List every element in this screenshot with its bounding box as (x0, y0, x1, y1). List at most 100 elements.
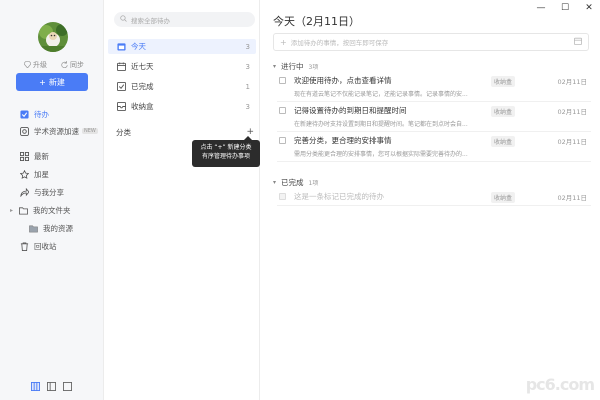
search-icon (120, 15, 127, 24)
folder-icon (28, 223, 38, 233)
sync-icon (61, 60, 68, 70)
sync-label: 同步 (70, 61, 84, 69)
filter-today[interactable]: 今天 3 (108, 39, 256, 54)
caret-down-icon: ▾ (273, 179, 277, 186)
task-date: 02月11日 (557, 108, 587, 116)
sidebar-item-my-resources[interactable]: 我的资源 (0, 221, 103, 235)
plus-icon: + (280, 37, 287, 47)
group-completed[interactable]: ▾ 已完成 1项 (273, 177, 318, 188)
view-switcher (31, 382, 72, 391)
task-tag: 收纳盒 (491, 136, 516, 147)
minimize-icon[interactable]: — (536, 3, 546, 13)
category-header: 分类 + (116, 127, 254, 138)
avatar[interactable] (38, 22, 68, 52)
page-title: 今天（2月11日） (273, 15, 360, 28)
sidebar-item-academic[interactable]: 学术资源加速 NEW (0, 124, 103, 138)
filter-label: 近七天 (131, 62, 154, 71)
sync-button[interactable]: 同步 (61, 60, 84, 70)
close-icon[interactable]: ✕ (584, 3, 594, 13)
two-column-view-icon[interactable] (47, 382, 56, 391)
sidebar-item-my-folders[interactable]: ▸ 我的文件夹 (0, 203, 103, 217)
task-date: 02月11日 (557, 138, 587, 146)
group-label: 已完成 (281, 178, 304, 187)
group-in-progress[interactable]: ▾ 进行中 3项 (273, 61, 318, 72)
sidebar-item-label: 我的资源 (43, 223, 73, 233)
sidebar-item-label: 学术资源加速 (34, 126, 79, 136)
three-column-view-icon[interactable] (31, 382, 40, 391)
task-item[interactable]: 完善分类，更合理的安排事情 需用分类能更合理的安排事情，您可以根据实际需要完善待… (277, 132, 591, 162)
main-panel: — ☐ ✕ 今天（2月11日） + 添加待办的事情，按回车即可保存 ▾ 进行中 … (261, 0, 600, 400)
calendar-icon[interactable] (574, 37, 582, 47)
filter-count: 3 (245, 102, 250, 111)
calendar-week-icon (116, 62, 126, 72)
star-icon (19, 169, 29, 179)
task-tag: 收纳盒 (491, 76, 516, 87)
task-title: 记得设置待办的到期日和提醒时间 (294, 106, 407, 115)
diamond-icon (23, 60, 32, 70)
new-button[interactable]: + 新建 (16, 73, 88, 91)
single-view-icon[interactable] (63, 382, 72, 391)
sidebar-item-label: 最新 (34, 151, 49, 161)
group-label: 进行中 (281, 62, 304, 71)
watermark: pc6.com (525, 375, 595, 394)
completed-task-item[interactable]: 这是一条标记已完成的待办 收纳盒 02月11日 (277, 188, 591, 206)
add-category-tooltip: 点击 “+” 新建分类 有序管理待办事项 (192, 136, 260, 167)
share-icon (19, 187, 29, 197)
upgrade-label: 升级 (33, 61, 47, 69)
folder-icon (18, 205, 28, 215)
filter-inbox[interactable]: 收纳盒 3 (108, 99, 256, 114)
sidebar: 升级 同步 + 新建 待办 学术资源加速 NEW 最新 加星 与我分享 ▸ 我的… (0, 0, 104, 400)
category-label: 分类 (116, 128, 131, 137)
caret-down-icon: ▾ (273, 63, 277, 70)
sidebar-item-latest[interactable]: 最新 (0, 149, 103, 163)
tooltip-line-1: 点击 “+” 新建分类 (200, 144, 252, 151)
filter-next-seven-days[interactable]: 近七天 3 (108, 59, 256, 74)
maximize-icon[interactable]: ☐ (560, 3, 570, 13)
task-checkbox[interactable] (279, 193, 286, 200)
group-count: 3项 (308, 64, 319, 71)
filter-label: 收纳盒 (131, 102, 154, 111)
todo-filter-list: 搜索全部待办 今天 3 近七天 3 已完成 1 收纳盒 3 分类 + 点击 “+… (104, 0, 260, 400)
sidebar-item-starred[interactable]: 加星 (0, 167, 103, 181)
checkbox-icon (19, 109, 29, 119)
task-checkbox[interactable] (279, 137, 286, 144)
check-square-icon (116, 82, 126, 92)
sidebar-item-label: 待办 (34, 109, 49, 119)
sidebar-item-label: 与我分享 (34, 187, 64, 197)
task-checkbox[interactable] (279, 77, 286, 84)
sidebar-item-label: 回收站 (34, 241, 57, 251)
task-description: 需用分类能更合理的安排事情，您可以根据实际需要完善待办的... (294, 151, 468, 158)
new-button-label: 新建 (48, 77, 65, 87)
globe-icon (19, 126, 29, 136)
task-date: 02月11日 (557, 194, 587, 202)
add-todo-input[interactable]: + 添加待办的事情，按回车即可保存 (273, 33, 589, 51)
inbox-icon (116, 102, 126, 112)
task-item[interactable]: 记得设置待办的到期日和提醒时间 在新建待办时支持设置到期日和提醒时间。笔记都在到… (277, 102, 591, 132)
trash-icon (19, 241, 29, 251)
caret-right-icon[interactable]: ▸ (10, 207, 18, 214)
filter-completed[interactable]: 已完成 1 (108, 79, 256, 94)
window-controls: — ☐ ✕ (536, 3, 594, 13)
task-checkbox[interactable] (279, 107, 286, 114)
sidebar-item-todo[interactable]: 待办 (0, 107, 103, 121)
task-date: 02月11日 (557, 78, 587, 86)
add-todo-placeholder: 添加待办的事情，按回车即可保存 (290, 39, 389, 47)
sidebar-item-shared[interactable]: 与我分享 (0, 185, 103, 199)
task-title: 完善分类，更合理的安排事情 (294, 136, 392, 145)
calendar-icon (116, 42, 126, 52)
task-item[interactable]: 欢迎使用待办，点击查看详情 现在有道云笔记不仅能记录笔记，还能记录事情。记录事情… (277, 72, 591, 102)
upgrade-button[interactable]: 升级 (23, 60, 47, 70)
grid-icon (19, 151, 29, 161)
task-description: 现在有道云笔记不仅能记录笔记，还能记录事情。记录事情的安... (294, 91, 468, 98)
filter-label: 已完成 (131, 82, 154, 91)
task-title: 欢迎使用待办，点击查看详情 (294, 76, 392, 85)
filter-count: 1 (245, 82, 250, 91)
sidebar-item-label: 加星 (34, 169, 49, 179)
filter-count: 3 (245, 42, 250, 51)
search-input[interactable]: 搜索全部待办 (114, 12, 255, 27)
search-placeholder: 搜索全部待办 (131, 16, 170, 25)
plus-icon: + (39, 77, 46, 87)
new-badge: NEW (82, 128, 98, 134)
sidebar-item-trash[interactable]: 回收站 (0, 239, 103, 253)
tooltip-line-2: 有序管理待办事项 (201, 153, 250, 160)
